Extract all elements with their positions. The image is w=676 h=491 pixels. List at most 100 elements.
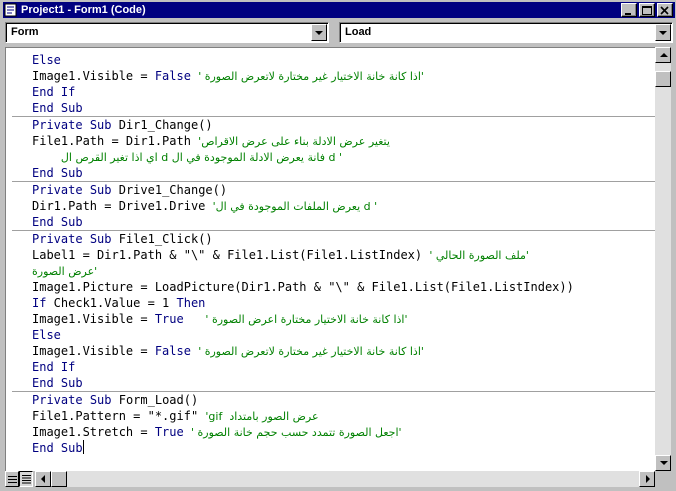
code-text: If Check1.Value = 1 Then bbox=[32, 296, 206, 310]
code-text: Image1.Picture = LoadPicture(Dir1.Path &… bbox=[32, 280, 574, 294]
scroll-left-button[interactable] bbox=[35, 471, 51, 487]
close-button[interactable] bbox=[657, 3, 673, 17]
code-comment: ' ملف الصورة الحالي' bbox=[429, 249, 529, 262]
code-text: Private Sub Dir1_Change() bbox=[32, 118, 213, 132]
procedure-view-icon bbox=[8, 476, 17, 483]
code-text: Image1.Visible = True bbox=[32, 312, 184, 326]
horizontal-scrollbar[interactable] bbox=[35, 471, 655, 487]
code-text: Dir1.Path = Drive1.Drive bbox=[32, 199, 213, 213]
code-line[interactable]: Image1.Stretch = True ' اجعل الصورة تتمد… bbox=[32, 424, 655, 440]
code-text: End Sub bbox=[32, 101, 83, 115]
scroll-right-button[interactable] bbox=[639, 471, 655, 487]
code-line[interactable]: End Sub bbox=[32, 440, 655, 456]
code-text: Image1.Visible = False bbox=[32, 69, 191, 83]
code-text: Else bbox=[32, 328, 61, 342]
code-text: File1.Path = Dir1.Path bbox=[32, 134, 199, 148]
code-comment: ' اذا كانة خانة الاختيار غير مختارة لاتع… bbox=[198, 70, 424, 83]
scroll-down-button[interactable] bbox=[655, 455, 671, 471]
code-text: End Sub bbox=[32, 441, 83, 455]
code-comment: 'gif عرض الصور بامتداد bbox=[205, 410, 319, 423]
full-module-view-button[interactable] bbox=[19, 471, 33, 487]
code-editor[interactable]: Else Image1.Visible = False ' اذا كانة خا… bbox=[5, 47, 655, 471]
code-line[interactable]: اي اذا تغير القرص ال d فانة يعرض الادلة … bbox=[32, 149, 655, 165]
code-line[interactable]: Dir1.Path = Drive1.Drive 'يعرض الملفات ا… bbox=[32, 198, 655, 214]
code-text: Image1.Stretch = True bbox=[32, 425, 184, 439]
arrow-up-icon bbox=[660, 53, 668, 57]
object-combo-value: Form bbox=[11, 26, 39, 38]
code-line[interactable]: Image1.Picture = LoadPicture(Dir1.Path &… bbox=[32, 279, 655, 295]
code-comment: ' اجعل الصورة تتمدد حسب حجم خانة الصورة' bbox=[190, 426, 402, 439]
code-text: End Sub bbox=[32, 376, 83, 390]
code-text: End If bbox=[32, 85, 76, 99]
code-comment: عرض الصورة' bbox=[32, 265, 98, 278]
maximize-icon bbox=[642, 6, 652, 15]
code-line[interactable]: If Check1.Value = 1 Then bbox=[32, 295, 655, 311]
code-line[interactable]: Label1 = Dir1.Path & "\" & File1.List(Fi… bbox=[32, 247, 655, 263]
code-text: End Sub bbox=[32, 215, 83, 229]
code-line[interactable]: Private Sub Drive1_Change() bbox=[32, 182, 655, 198]
close-icon bbox=[660, 6, 669, 15]
chevron-down-icon bbox=[659, 31, 667, 35]
maximize-button[interactable] bbox=[639, 3, 655, 17]
arrow-right-icon bbox=[646, 475, 650, 483]
text-caret bbox=[82, 440, 84, 454]
window-title: Project1 - Form1 (Code) bbox=[21, 4, 146, 16]
code-comment: 'يعرض الملفات الموجودة في ال d ' bbox=[212, 200, 378, 213]
code-text: Image1.Visible = False bbox=[32, 344, 191, 358]
code-line[interactable]: End Sub bbox=[32, 214, 655, 230]
code-line[interactable]: Private Sub File1_Click() bbox=[32, 231, 655, 247]
code-text: Label1 = Dir1.Path & "\" & File1.List(Fi… bbox=[32, 248, 430, 262]
margin-indicator-bar[interactable] bbox=[6, 48, 28, 471]
code-text: Private Sub Drive1_Change() bbox=[32, 183, 228, 197]
procedure-view-button[interactable] bbox=[5, 471, 19, 487]
bottom-bar bbox=[5, 471, 671, 487]
code-line[interactable]: Else bbox=[32, 327, 655, 343]
code-line[interactable]: Image1.Visible = True ' اذا كانة خانة ال… bbox=[32, 311, 655, 327]
code-line[interactable]: End If bbox=[32, 84, 655, 100]
object-combo[interactable]: Form bbox=[5, 22, 329, 43]
code-text: File1.Pattern = "*.gif" bbox=[32, 409, 206, 423]
code-text: End If bbox=[32, 360, 76, 374]
code-line[interactable]: End Sub bbox=[32, 100, 655, 116]
horizontal-scroll-thumb[interactable] bbox=[51, 471, 67, 487]
vb-code-icon bbox=[4, 3, 18, 17]
code-comment: 'يتغير عرض الادلة بناء على عرض الاقراص bbox=[198, 135, 390, 148]
title-bar[interactable]: Project1 - Form1 (Code) bbox=[3, 2, 675, 18]
window-controls bbox=[619, 3, 673, 17]
code-comment: ' اذا كانة خانة الاختيار غير مختارة لاتع… bbox=[198, 345, 424, 358]
minimize-icon bbox=[625, 13, 631, 15]
code-line[interactable]: Private Sub Form_Load() bbox=[32, 392, 655, 408]
code-line[interactable]: Else bbox=[32, 52, 655, 68]
code-line[interactable]: End If bbox=[32, 359, 655, 375]
code-window: Project1 - Form1 (Code) Form Load Else I… bbox=[0, 0, 676, 491]
procedure-combo-dropdown-button[interactable] bbox=[655, 24, 671, 41]
arrow-down-icon bbox=[660, 461, 668, 465]
code-line[interactable]: Image1.Visible = False ' اذا كانة خانة ا… bbox=[32, 68, 655, 84]
object-combo-dropdown-button[interactable] bbox=[311, 24, 327, 41]
arrow-left-icon bbox=[41, 475, 45, 483]
procedure-combo-value: Load bbox=[345, 26, 372, 38]
code-line[interactable]: عرض الصورة' bbox=[32, 263, 655, 279]
size-grip bbox=[655, 471, 671, 487]
code-text: Private Sub Form_Load() bbox=[32, 393, 199, 407]
scroll-up-button[interactable] bbox=[655, 47, 671, 63]
code-line[interactable]: Private Sub Dir1_Change() bbox=[32, 117, 655, 133]
code-line[interactable]: File1.Path = Dir1.Path 'يتغير عرض الادلة… bbox=[32, 133, 655, 149]
vertical-scrollbar[interactable] bbox=[655, 47, 671, 471]
code-text: Private Sub File1_Click() bbox=[32, 232, 213, 246]
code-lines[interactable]: Else Image1.Visible = False ' اذا كانة خا… bbox=[12, 52, 655, 456]
full-module-view-icon bbox=[22, 475, 31, 484]
code-line[interactable]: File1.Pattern = "*.gif" 'gif عرض الصور ب… bbox=[32, 408, 655, 424]
code-text: Else bbox=[32, 53, 61, 67]
code-comment: ' اذا كانة خانة الاختيار مختارة اعرض الص… bbox=[205, 313, 408, 326]
vertical-scroll-thumb[interactable] bbox=[655, 71, 671, 87]
chevron-down-icon bbox=[315, 31, 323, 35]
minimize-button[interactable] bbox=[621, 3, 637, 17]
code-line[interactable]: End Sub bbox=[32, 375, 655, 391]
code-line[interactable]: End Sub bbox=[32, 165, 655, 181]
procedure-combo[interactable]: Load bbox=[339, 22, 673, 43]
code-comment: اي اذا تغير القرص ال d فانة يعرض الادلة … bbox=[60, 151, 343, 164]
code-line[interactable]: Image1.Visible = False ' اذا كانة خانة ا… bbox=[32, 343, 655, 359]
code-text: End Sub bbox=[32, 166, 83, 180]
